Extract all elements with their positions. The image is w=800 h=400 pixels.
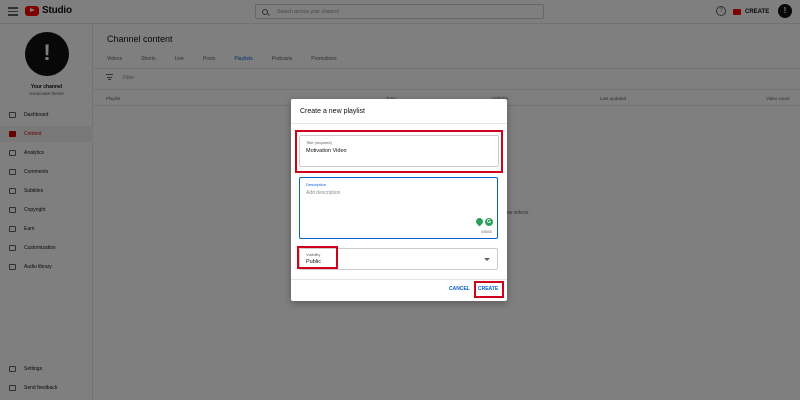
dropdown-caret-icon (484, 258, 490, 261)
character-counter: 0/5000 (481, 230, 492, 234)
extension-icons: G (474, 216, 493, 227)
cancel-button[interactable]: CANCEL (449, 286, 470, 292)
playlist-description-field[interactable]: Description Add description G 0/5000 (299, 177, 498, 239)
create-playlist-dialog: Create a new playlist Title (required) M… (291, 99, 507, 301)
location-pin-icon[interactable] (474, 216, 485, 227)
visibility-label: Visibility (306, 252, 321, 257)
title-field-value[interactable]: Motivation Video (306, 148, 347, 154)
description-placeholder[interactable]: Add description (306, 190, 340, 196)
visibility-select[interactable]: Visibility Public (299, 248, 498, 270)
grammarly-icon[interactable]: G (485, 218, 493, 226)
description-field-label: Description (306, 182, 327, 187)
create-playlist-button[interactable]: CREATE (478, 286, 498, 292)
dialog-footer-divider (291, 279, 507, 280)
title-field-label: Title (required) (306, 140, 332, 145)
visibility-value: Public (306, 259, 321, 265)
dialog-title: Create a new playlist (300, 108, 365, 115)
playlist-title-field[interactable]: Title (required) Motivation Video (299, 135, 499, 167)
dialog-divider (291, 123, 507, 124)
